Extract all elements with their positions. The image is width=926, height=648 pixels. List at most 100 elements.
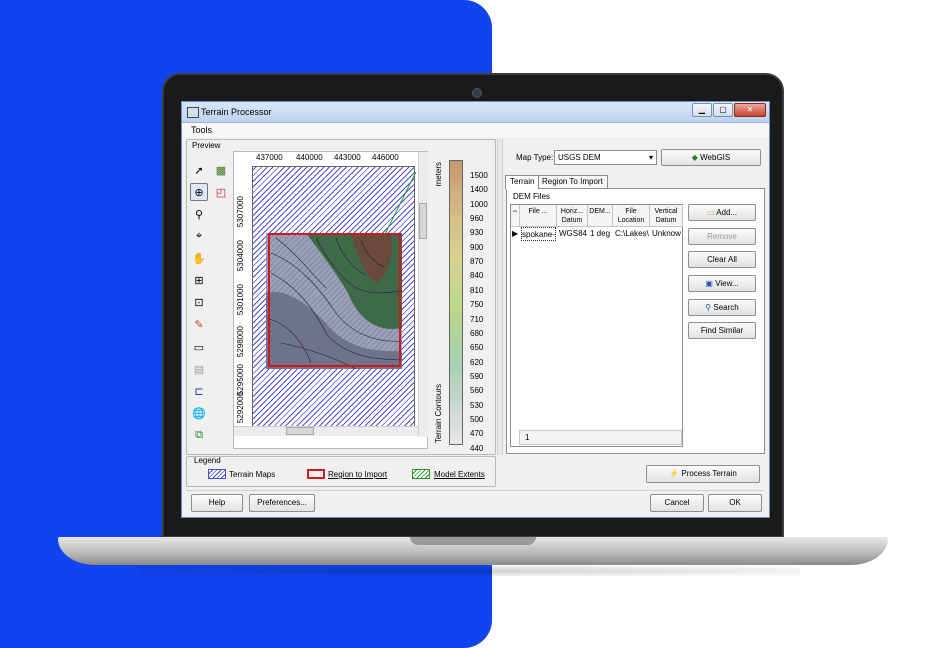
terrain-maps-swatch <box>208 469 226 479</box>
zoom-extents-icon[interactable]: ⊞ <box>190 271 208 289</box>
preview-horizontal-thumb[interactable] <box>286 427 314 435</box>
x-tick-2: 443000 <box>334 153 361 162</box>
search-icon: ⚲ <box>705 303 712 312</box>
globe-icon[interactable]: 🌐 <box>190 404 208 422</box>
scale-label: 680 <box>470 328 484 338</box>
webgis-button[interactable]: ◆ WebGIS <box>661 149 761 166</box>
preview-horizontal-scrollbar[interactable] <box>234 426 418 436</box>
scale-label: 900 <box>470 242 484 252</box>
row-count-field: 1 <box>519 430 682 445</box>
y-tick-4: 5295000 <box>236 364 245 396</box>
scale-label: 840 <box>470 271 484 281</box>
app-icon <box>187 107 199 118</box>
map-type-value: USGS DEM <box>558 153 601 162</box>
x-tick-0: 437000 <box>256 153 283 162</box>
col-file-location[interactable]: File Location <box>613 205 650 227</box>
scale-label: 620 <box>470 357 484 367</box>
find-similar-button[interactable]: Find Similar <box>688 322 756 339</box>
zoom-in-icon[interactable]: ⊕ <box>190 183 208 201</box>
cell-vertical-datum[interactable]: Unknow <box>652 227 683 241</box>
cell-horiz-datum[interactable]: WGS84 <box>559 227 588 241</box>
y-tick-0: 5307000 <box>236 196 245 228</box>
scale-label: 590 <box>470 371 484 381</box>
search-button[interactable]: ⚲ Search <box>688 299 756 316</box>
webgis-label: WebGIS <box>700 153 731 162</box>
map-type-select[interactable]: USGS DEM ▾ <box>554 150 657 165</box>
bounds-icon[interactable]: ⊏ <box>190 382 208 400</box>
row-selector-icon: ▶ <box>512 229 519 238</box>
eraser-icon[interactable]: ✎ <box>190 315 208 333</box>
map-image-icon[interactable]: ▩ <box>212 161 230 179</box>
model-extents-line <box>383 171 417 237</box>
zoom-icon[interactable]: ⚲ <box>190 205 208 223</box>
menu-bar: Tools <box>182 123 769 137</box>
pan-hand-icon[interactable]: ✋ <box>190 249 208 267</box>
col-vertical-datum[interactable]: Vertical Datum <box>650 205 683 227</box>
map-type-label: Map Type: <box>516 153 554 162</box>
cancel-button[interactable]: Cancel <box>650 494 704 512</box>
legend-region-to-import[interactable]: Region to Import <box>328 470 387 479</box>
scale-title: meters <box>434 162 443 187</box>
row-header-corner: ⇔ <box>511 205 520 227</box>
process-terrain-label: Process Terrain <box>681 469 737 478</box>
menu-tools[interactable]: Tools <box>191 125 212 135</box>
ok-button[interactable]: OK <box>708 494 762 512</box>
col-file[interactable]: File ... <box>520 205 557 227</box>
legend-label: Legend <box>194 456 221 465</box>
scale-label: 440 <box>470 443 484 453</box>
scale-label: 750 <box>470 300 484 310</box>
help-button[interactable]: Help <box>191 494 243 512</box>
scale-label: 470 <box>470 429 484 439</box>
clear-all-button[interactable]: Clear All <box>688 251 756 268</box>
scale-label: 810 <box>470 285 484 295</box>
close-button[interactable]: ✕ <box>734 103 766 117</box>
preview-vertical-thumb[interactable] <box>419 203 427 239</box>
tab-terrain[interactable]: Terrain <box>505 175 540 189</box>
cell-file[interactable]: spokane- <box>521 227 556 241</box>
remove-button: Remove <box>688 228 756 245</box>
region-to-import-swatch <box>307 469 325 479</box>
title-bar: Terrain Processor ▁ ▢ ✕ <box>182 102 769 123</box>
add-label: Add... <box>716 208 738 217</box>
select-arrow-icon[interactable]: ➚ <box>190 161 208 179</box>
add-button[interactable]: ▭ Add... <box>688 204 756 221</box>
cell-dem[interactable]: 1 deg <box>590 227 613 241</box>
window-title: Terrain Processor <box>201 107 272 117</box>
scale-label: 870 <box>470 257 484 267</box>
col-horiz-datum[interactable]: Horiz... Datum <box>557 205 588 227</box>
preview-vertical-scrollbar[interactable] <box>418 152 428 437</box>
region-to-import-box[interactable] <box>268 233 401 367</box>
search-label: Search <box>713 303 739 312</box>
dem-files-grid[interactable]: ⇔ File ... Horiz... Datum DEM... File Lo… <box>510 204 683 447</box>
minimize-button[interactable]: ▁ <box>692 103 712 117</box>
legend-terrain-maps: Terrain Maps <box>229 470 276 479</box>
scale-axis-label: Terrain Contours <box>434 384 443 444</box>
layers-icon[interactable]: ⧉ <box>190 426 208 444</box>
scale-label: 1000 <box>470 199 488 209</box>
restore-button[interactable]: ▢ <box>713 103 733 117</box>
measure-ruler-icon[interactable]: ▭ <box>190 338 208 356</box>
y-tick-1: 5304000 <box>236 240 245 272</box>
zoom-previous-icon[interactable]: ⊡ <box>190 293 208 311</box>
legend-model-extents[interactable]: Model Extents <box>434 470 485 479</box>
view-icon: ▣ <box>705 279 713 288</box>
scale-label: 960 <box>470 214 484 224</box>
webcam-icon <box>472 88 482 98</box>
cell-file-location[interactable]: C:\Lakes\ <box>615 227 650 241</box>
panel-splitter[interactable] <box>497 139 503 455</box>
profile-icon: ▤ <box>193 363 205 376</box>
process-terrain-button[interactable]: ⚡ Process Terrain <box>646 465 760 483</box>
preferences-button[interactable]: Preferences... <box>249 494 315 512</box>
x-tick-1: 440000 <box>296 153 323 162</box>
laptop-notch <box>410 537 536 545</box>
scale-label: 710 <box>470 314 484 324</box>
scale-label: 500 <box>470 414 484 424</box>
tab-region-to-import[interactable]: Region To Import <box>537 175 608 188</box>
select-region-icon[interactable]: ◰ <box>212 183 230 201</box>
laptop-shadow <box>140 566 800 576</box>
crosshair-icon[interactable]: ⌖ <box>190 227 208 245</box>
view-button[interactable]: ▣ View... <box>688 275 756 292</box>
col-dem[interactable]: DEM... <box>588 205 613 227</box>
scale-label: 1400 <box>470 185 488 195</box>
folder-icon: ▭ <box>706 208 715 217</box>
